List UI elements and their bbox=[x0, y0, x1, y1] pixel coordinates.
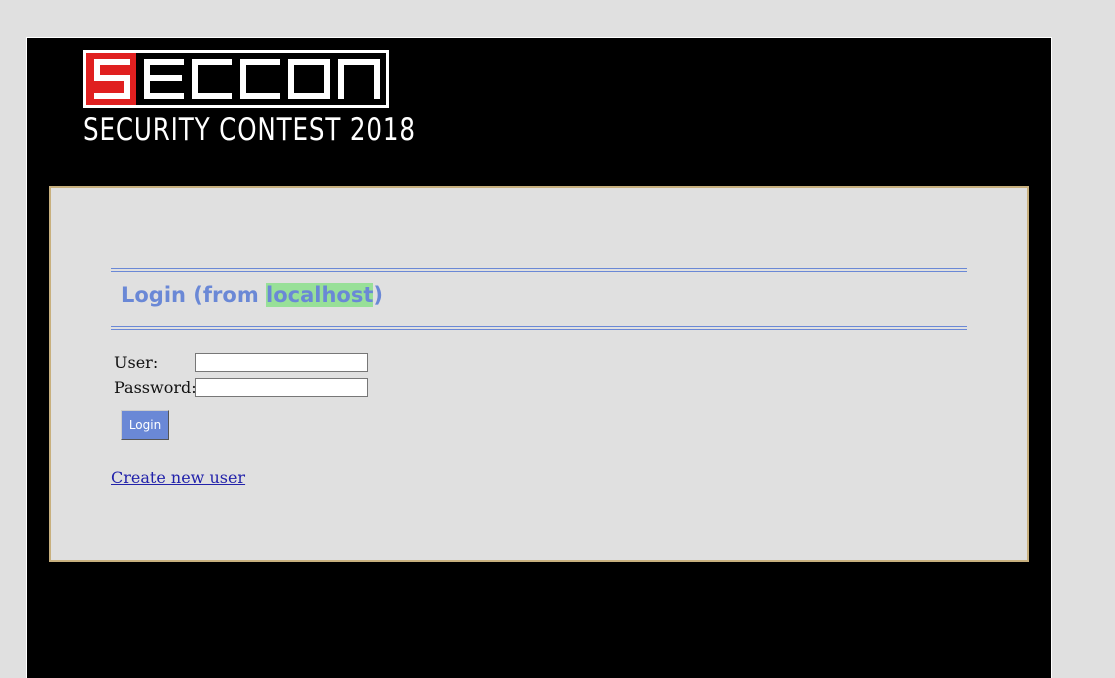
login-title-suffix: ) bbox=[373, 283, 383, 307]
logo-mark bbox=[83, 50, 389, 108]
password-row: Password: bbox=[114, 375, 368, 400]
login-button[interactable]: Login bbox=[121, 410, 169, 440]
seccon-wordmark-icon bbox=[86, 53, 380, 105]
logo-subtitle: SECURITY CONTEST 2018 bbox=[83, 112, 416, 148]
login-title: Login (from localhost) bbox=[121, 283, 383, 307]
password-label: Password: bbox=[114, 378, 197, 397]
login-form: User: Password: bbox=[114, 350, 368, 400]
login-title-prefix: Login (from bbox=[121, 283, 267, 307]
login-title-host: localhost bbox=[266, 283, 374, 307]
user-row: User: bbox=[114, 350, 368, 375]
page-frame: SECURITY CONTEST 2018 Login (from localh… bbox=[26, 37, 1052, 678]
login-panel: Login (from localhost) User: Password: L… bbox=[49, 186, 1029, 562]
login-title-bar: Login (from localhost) bbox=[111, 268, 967, 330]
user-input[interactable] bbox=[195, 353, 368, 372]
password-input[interactable] bbox=[195, 378, 368, 397]
user-label: User: bbox=[114, 353, 159, 372]
create-user-link[interactable]: Create new user bbox=[111, 468, 245, 487]
seccon-logo: SECURITY CONTEST 2018 bbox=[83, 50, 416, 148]
